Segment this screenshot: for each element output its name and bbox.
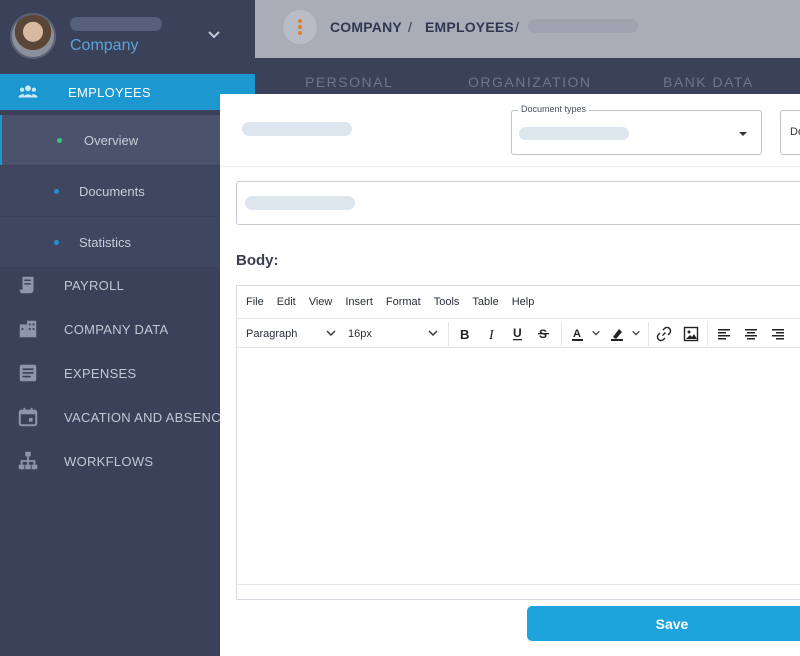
select-label: Document types	[518, 104, 590, 114]
svg-text:I: I	[488, 328, 495, 342]
divider	[220, 166, 800, 167]
underline-icon[interactable]: U	[510, 326, 526, 342]
menu-format[interactable]: Format	[386, 296, 421, 308]
subject-input[interactable]	[236, 181, 800, 225]
tabs-bar: PERSONAL ORGANIZATION BANK DATA	[255, 58, 800, 94]
document-icon	[19, 364, 37, 382]
svg-text:A: A	[573, 328, 581, 340]
align-left-icon[interactable]	[716, 326, 732, 342]
toolbar-separator	[648, 322, 649, 346]
rich-text-editor[interactable]: File Edit View Insert Format Tools Table…	[236, 285, 800, 600]
nav-item-label: PAYROLL	[64, 277, 125, 293]
svg-text:U: U	[513, 326, 522, 340]
sub-item-statistics[interactable]: Statistics	[0, 217, 220, 267]
italic-icon[interactable]: I	[484, 326, 500, 342]
document-types-select[interactable]: Document types	[511, 104, 762, 155]
menu-edit[interactable]: Edit	[277, 296, 296, 308]
strikethrough-icon[interactable]: S	[536, 326, 552, 342]
breadcrumb-separator: /	[408, 19, 412, 35]
menu-table[interactable]: Table	[472, 296, 498, 308]
sub-item-documents[interactable]: Documents	[0, 166, 220, 216]
sub-item-label: Documents	[79, 183, 145, 199]
chevron-down-icon[interactable]	[631, 328, 641, 338]
align-center-icon[interactable]	[743, 326, 759, 342]
save-button[interactable]: Save	[527, 606, 800, 641]
align-right-icon[interactable]	[770, 326, 786, 342]
caret-down-icon	[739, 132, 747, 136]
nav-item-employees[interactable]: EMPLOYEES	[0, 74, 255, 110]
chevron-down-icon	[428, 330, 438, 336]
sidebar: Company EMPLOYEES Overview Documents Sta…	[0, 0, 255, 656]
nav-item-label: EMPLOYEES	[68, 84, 151, 100]
breadcrumb-current-placeholder	[528, 19, 638, 33]
body-label: Body:	[236, 252, 279, 269]
menu-view[interactable]: View	[309, 296, 333, 308]
chevron-down-icon[interactable]	[206, 26, 222, 42]
sub-item-overview[interactable]: Overview	[0, 115, 220, 165]
select-value-placeholder	[519, 127, 629, 140]
breadcrumb-separator: /	[515, 19, 519, 35]
sub-item-label: Overview	[84, 132, 139, 148]
nav-item-label: VACATION AND ABSENCES	[64, 409, 239, 425]
toolbar-separator	[448, 322, 449, 346]
chevron-down-icon	[326, 330, 336, 336]
tab-organization[interactable]: ORGANIZATION	[468, 74, 592, 90]
text-color-icon[interactable]: A	[570, 326, 586, 342]
image-icon[interactable]	[683, 326, 699, 342]
avatar	[10, 13, 56, 59]
receipt-icon	[19, 276, 34, 294]
hierarchy-icon	[18, 451, 38, 470]
toolbar-separator	[707, 322, 708, 346]
highlight-icon[interactable]	[609, 326, 625, 342]
block-format-select[interactable]: Paragraph	[246, 328, 297, 340]
nav-item-label: EXPENSES	[64, 365, 137, 381]
editor-menubar: File Edit View Insert Format Tools Table…	[237, 286, 800, 318]
bold-icon[interactable]: B	[457, 326, 473, 342]
menu-insert[interactable]: Insert	[345, 296, 373, 308]
document-modal: Document types Do Body: File Edit View I…	[220, 94, 800, 656]
svg-text:B: B	[460, 327, 469, 342]
top-bar: COMPANY / EMPLOYEES /	[255, 0, 800, 58]
sub-item-label: Statistics	[79, 234, 132, 250]
menu-tools[interactable]: Tools	[434, 296, 460, 308]
nav-item-payroll[interactable]: PAYROLL	[0, 273, 255, 297]
calendar-icon	[18, 407, 38, 427]
breadcrumb-company[interactable]: COMPANY	[330, 19, 402, 35]
font-size-select[interactable]: 16px	[348, 328, 372, 340]
toolbar-separator	[561, 322, 562, 346]
tab-bank-data[interactable]: BANK DATA	[663, 74, 754, 90]
company-name: Company	[70, 37, 139, 54]
user-name-placeholder	[70, 17, 162, 31]
input-value-placeholder	[245, 196, 355, 210]
bullet-dot	[54, 188, 59, 194]
kebab-menu-icon[interactable]	[283, 10, 317, 44]
breadcrumb-employees[interactable]: EMPLOYEES	[425, 19, 514, 35]
second-select[interactable]: Do	[780, 110, 800, 155]
active-dot	[57, 137, 62, 143]
chevron-down-icon[interactable]	[591, 328, 601, 338]
modal-title-placeholder	[242, 122, 352, 136]
nav-item-expenses[interactable]: EXPENSES	[0, 361, 255, 385]
nav-item-label: COMPANY DATA	[64, 321, 169, 337]
people-icon	[17, 85, 39, 98]
tab-personal[interactable]: PERSONAL	[305, 74, 393, 90]
profile-header[interactable]: Company	[0, 0, 255, 72]
bullet-dot	[54, 239, 59, 245]
link-icon[interactable]	[656, 326, 672, 342]
nav-item-label: WORKFLOWS	[64, 453, 154, 469]
nav-item-vacation[interactable]: VACATION AND ABSENCES	[0, 405, 255, 429]
nav-item-workflows[interactable]: WORKFLOWS	[0, 449, 255, 473]
building-icon	[19, 320, 37, 338]
nav-item-company-data[interactable]: COMPANY DATA	[0, 317, 255, 341]
editor-toolbar: Paragraph 16px B I U S A	[237, 318, 800, 348]
editor-statusbar-divider	[237, 584, 800, 585]
menu-help[interactable]: Help	[512, 296, 535, 308]
menu-file[interactable]: File	[246, 296, 264, 308]
